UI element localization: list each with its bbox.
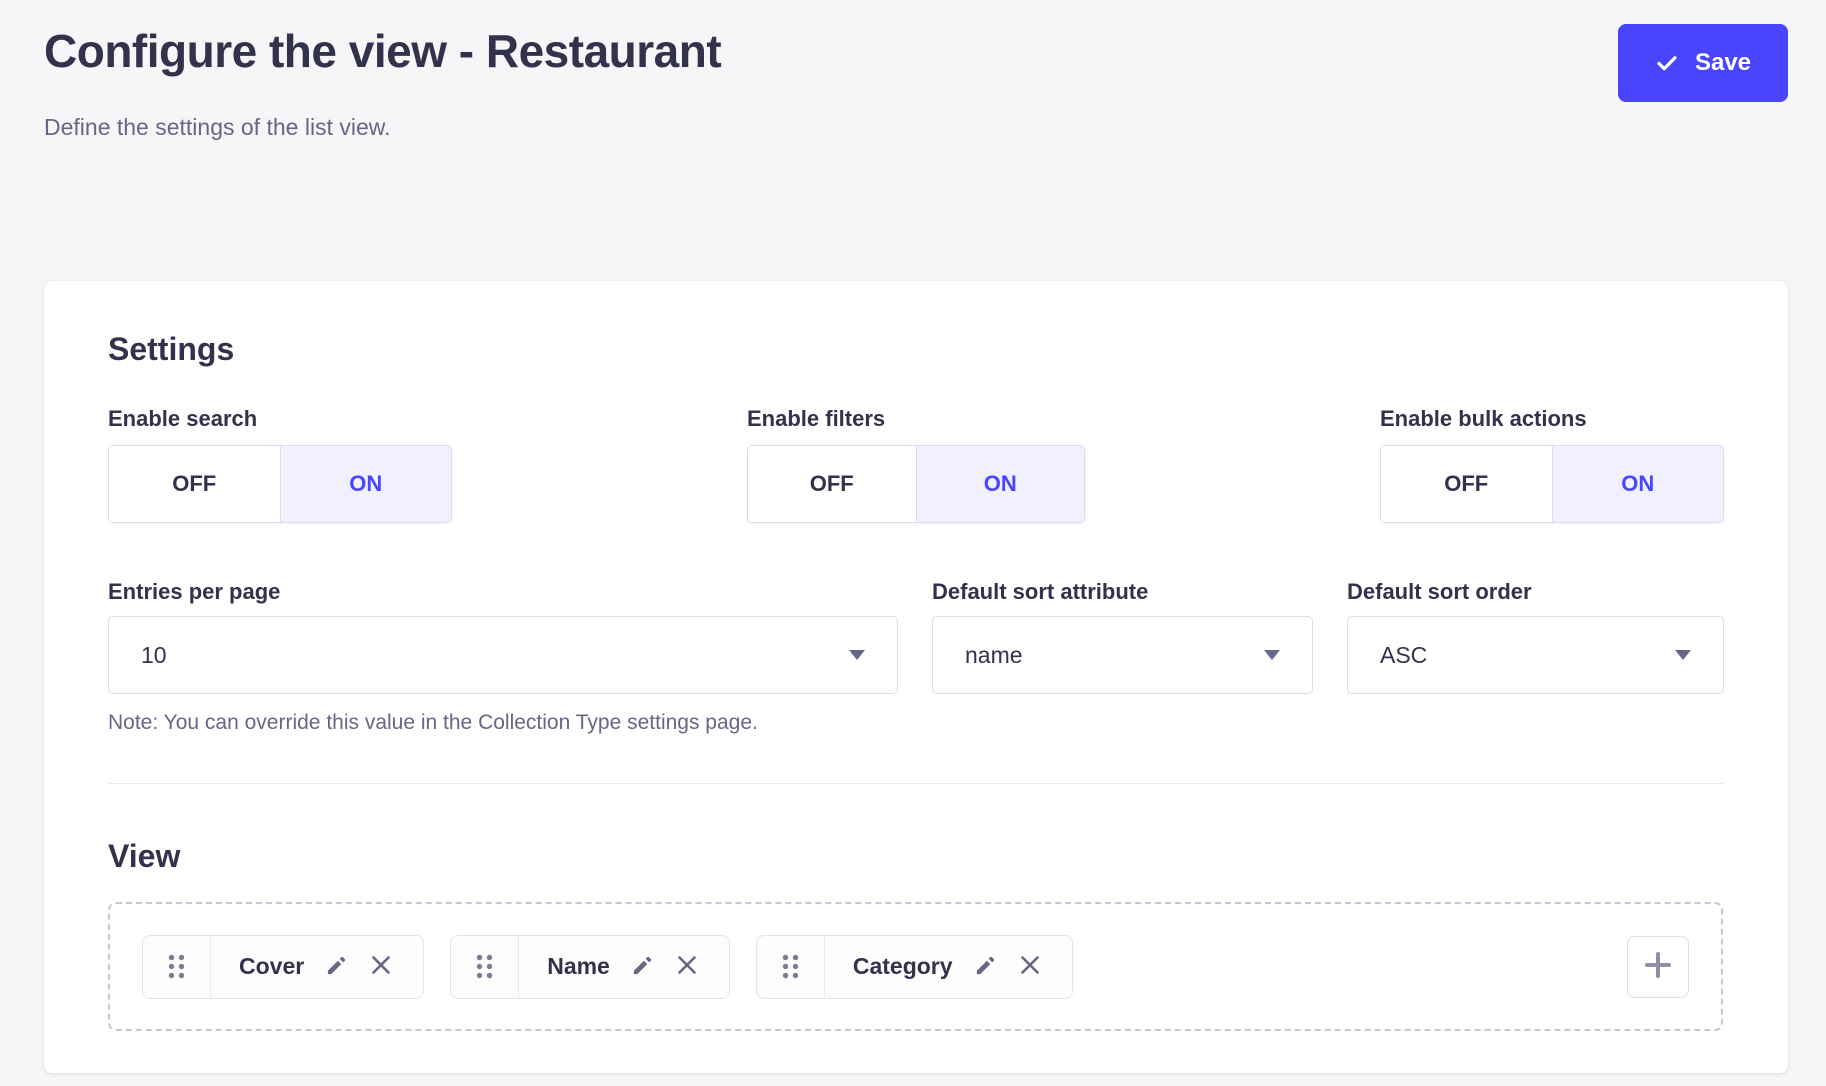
enable-bulk-actions-off-option[interactable]: OFF	[1381, 446, 1552, 522]
enable-bulk-actions-on-option[interactable]: ON	[1552, 446, 1724, 522]
field-chip-label: Cover	[239, 953, 304, 980]
pencil-icon	[325, 954, 348, 980]
save-button-label: Save	[1695, 49, 1751, 77]
enable-bulk-actions-toggle[interactable]: OFF ON	[1380, 445, 1724, 523]
field-chip-category[interactable]: Category	[756, 935, 1073, 999]
pencil-icon	[974, 954, 997, 980]
configure-view-page: Configure the view - Restaurant Save Def…	[0, 0, 1826, 1086]
enable-bulk-actions-label: Enable bulk actions	[1380, 406, 1724, 432]
save-button[interactable]: Save	[1618, 24, 1788, 102]
pencil-icon	[631, 954, 654, 980]
remove-field-button[interactable]	[1018, 953, 1042, 980]
drag-handle-icon[interactable]	[143, 936, 211, 998]
page-title: Configure the view - Restaurant	[44, 24, 721, 79]
enable-search-field: Enable search OFF ON	[108, 406, 452, 523]
default-sort-attribute-label: Default sort attribute	[932, 579, 1313, 605]
enable-filters-on-option[interactable]: ON	[916, 446, 1085, 522]
entries-per-page-value: 10	[141, 642, 167, 669]
entries-per-page-label: Entries per page	[108, 579, 898, 605]
page-subtitle: Define the settings of the list view.	[44, 114, 1788, 141]
caret-down-icon	[1264, 650, 1280, 660]
entries-per-page-field: Entries per page 10	[108, 579, 898, 694]
default-sort-order-field: Default sort order ASC	[1347, 579, 1724, 694]
add-field-button[interactable]	[1627, 936, 1689, 998]
page-header: Configure the view - Restaurant Save Def…	[0, 0, 1826, 141]
enable-search-off-option[interactable]: OFF	[109, 446, 280, 522]
cross-icon	[369, 953, 393, 980]
edit-field-button[interactable]	[325, 954, 348, 980]
check-icon	[1655, 51, 1679, 75]
caret-down-icon	[1675, 650, 1691, 660]
default-sort-attribute-select[interactable]: name	[932, 616, 1313, 694]
default-sort-order-value: ASC	[1380, 642, 1427, 669]
remove-field-button[interactable]	[675, 953, 699, 980]
field-chip-name[interactable]: Name	[450, 935, 730, 999]
field-chip-label: Name	[547, 953, 610, 980]
view-heading: View	[108, 838, 1724, 875]
drag-handle-icon[interactable]	[451, 936, 519, 998]
section-divider	[108, 783, 1724, 784]
default-sort-order-label: Default sort order	[1347, 579, 1724, 605]
toggle-row: Enable search OFF ON Enable filters OFF …	[108, 406, 1724, 523]
enable-search-toggle[interactable]: OFF ON	[108, 445, 452, 523]
field-drop-zone: Cover	[108, 902, 1723, 1031]
remove-field-button[interactable]	[369, 953, 393, 980]
field-chip-cover[interactable]: Cover	[142, 935, 424, 999]
enable-filters-label: Enable filters	[747, 406, 1085, 432]
enable-search-on-option[interactable]: ON	[280, 446, 452, 522]
enable-filters-off-option[interactable]: OFF	[748, 446, 916, 522]
enable-filters-toggle[interactable]: OFF ON	[747, 445, 1085, 523]
entries-per-page-select[interactable]: 10	[108, 616, 898, 694]
plus-icon	[1641, 948, 1675, 985]
enable-filters-field: Enable filters OFF ON	[747, 406, 1085, 523]
settings-heading: Settings	[108, 331, 1724, 368]
edit-field-button[interactable]	[631, 954, 654, 980]
drag-handle-icon[interactable]	[757, 936, 825, 998]
entries-per-page-note: Note: You can override this value in the…	[108, 711, 1724, 735]
default-sort-attribute-value: name	[965, 642, 1023, 669]
enable-search-label: Enable search	[108, 406, 452, 432]
caret-down-icon	[849, 650, 865, 660]
settings-card: Settings Enable search OFF ON Enable fil…	[44, 281, 1788, 1073]
enable-bulk-actions-field: Enable bulk actions OFF ON	[1380, 406, 1724, 523]
cross-icon	[675, 953, 699, 980]
default-sort-attribute-field: Default sort attribute name	[932, 579, 1313, 694]
default-sort-order-select[interactable]: ASC	[1347, 616, 1724, 694]
edit-field-button[interactable]	[974, 954, 997, 980]
field-chip-label: Category	[853, 953, 953, 980]
cross-icon	[1018, 953, 1042, 980]
select-row: Entries per page 10 Default sort attribu…	[108, 579, 1724, 694]
